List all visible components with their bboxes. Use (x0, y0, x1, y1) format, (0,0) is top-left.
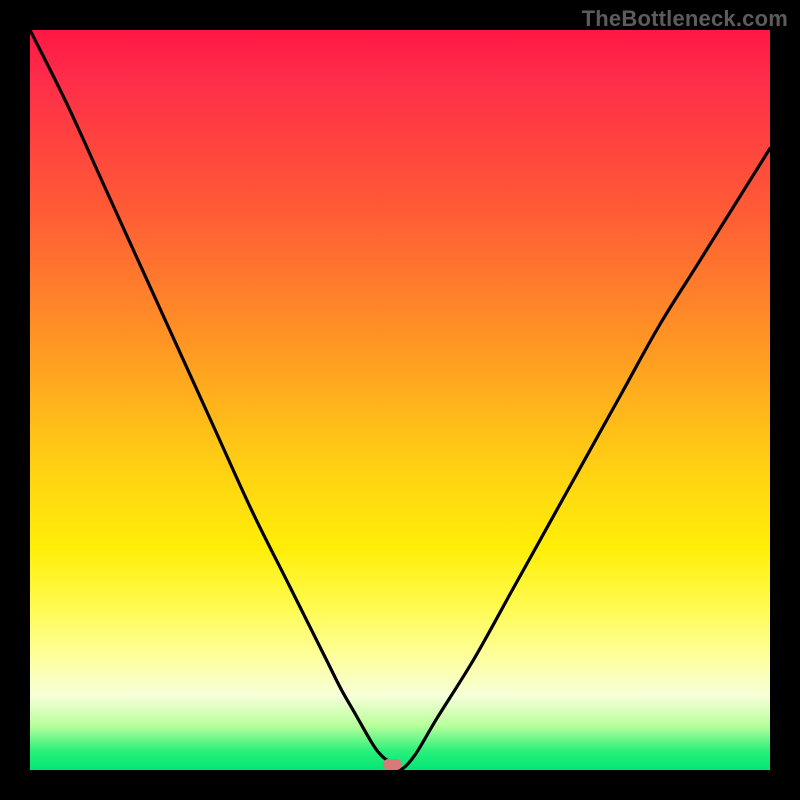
plot-area (30, 30, 770, 770)
watermark-text: TheBottleneck.com (582, 6, 788, 32)
chart-frame: TheBottleneck.com (0, 0, 800, 800)
curve-minimum-marker (383, 759, 402, 770)
bottleneck-curve (30, 30, 770, 770)
